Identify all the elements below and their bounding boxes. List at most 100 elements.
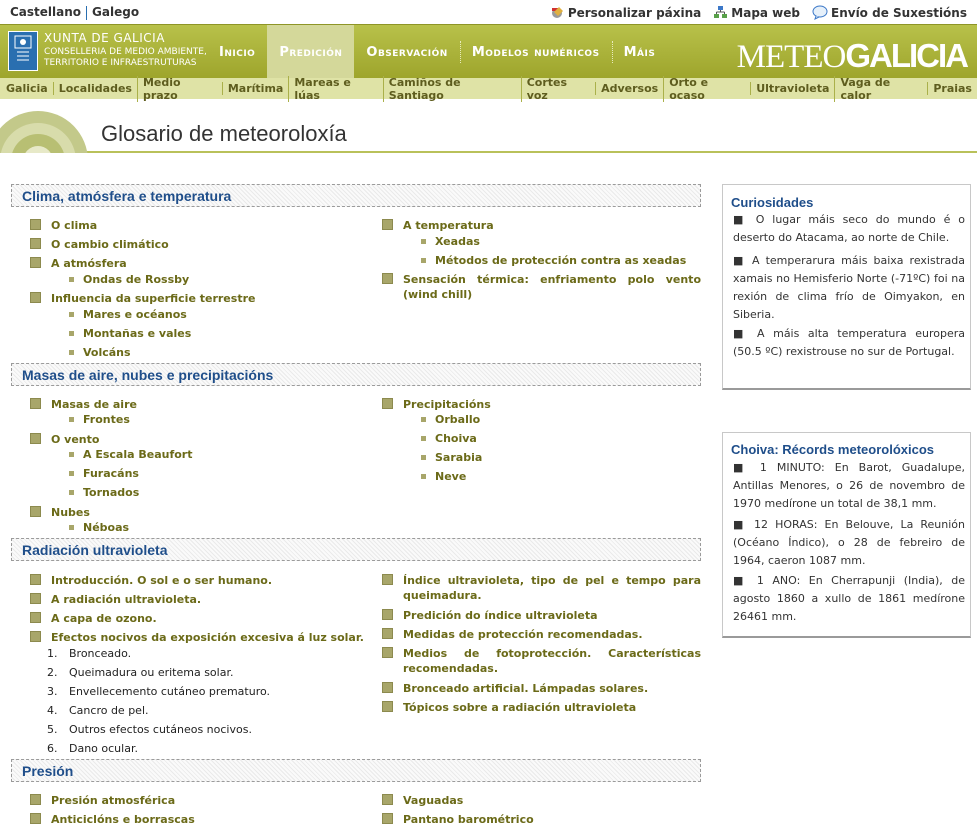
nav-mais[interactable]: Máis bbox=[611, 25, 668, 79]
link-mares-oceanos[interactable]: Mares e océanos bbox=[69, 308, 187, 321]
link-efectos-nocivos[interactable]: Efectos nocivos da exposición excesiva á… bbox=[30, 630, 364, 645]
subnav-item[interactable]: Orto e ocaso bbox=[663, 75, 750, 102]
link-vaguadas[interactable]: Vaguadas bbox=[382, 793, 463, 808]
subnav-item[interactable]: Medio prazo bbox=[136, 75, 222, 102]
bullet-icon bbox=[421, 474, 426, 479]
list-item: 2. Queimadura ou eritema solar. bbox=[47, 666, 234, 679]
link-volcans[interactable]: Volcáns bbox=[69, 346, 131, 359]
link-pantano-barometrico[interactable]: Pantano barométrico bbox=[382, 812, 534, 827]
link-influencia-superficie[interactable]: Influencia da superficie terrestre bbox=[30, 291, 255, 306]
link-cambio-climatico[interactable]: O cambio climático bbox=[30, 237, 169, 252]
link-vento[interactable]: O vento bbox=[30, 432, 99, 447]
link-capa-ozono[interactable]: A capa de ozono. bbox=[30, 611, 157, 626]
customize-page-link[interactable]: Personalizar páxina bbox=[550, 5, 701, 20]
link-tornados[interactable]: Tornados bbox=[69, 486, 139, 499]
link-indice-uv[interactable]: Índice ultravioleta, tipo de pel e tempo… bbox=[382, 573, 701, 603]
top-bar: Castellano Galego Personalizar páxina Map… bbox=[0, 0, 977, 24]
site-header: XUNTA DE GALICIA CONSELLERIA DE MEDIO AM… bbox=[0, 24, 977, 79]
bullet-icon bbox=[421, 239, 426, 244]
bullet-icon bbox=[69, 452, 74, 457]
subnav-item[interactable]: Cortes voz bbox=[520, 75, 595, 102]
subnav-item[interactable]: Marítima bbox=[221, 82, 288, 95]
link-presion-atmosferica[interactable]: Presión atmosférica bbox=[30, 793, 175, 808]
link-ondas-rossby[interactable]: Ondas de Rossby bbox=[69, 273, 189, 286]
main-nav: Inicio Predición Observación Modelos num… bbox=[207, 25, 667, 79]
nav-predicion[interactable]: Predición bbox=[267, 25, 355, 79]
link-frontes[interactable]: Frontes bbox=[69, 413, 130, 426]
link-xeadas[interactable]: Xeadas bbox=[421, 235, 480, 248]
subnav-item[interactable]: Vaga de calor bbox=[834, 75, 927, 102]
subnav-item[interactable]: Ultravioleta bbox=[750, 82, 834, 95]
link-masas-aire[interactable]: Masas de aire bbox=[30, 397, 137, 412]
bullet-square-icon bbox=[382, 609, 393, 620]
lang-castellano[interactable]: Castellano bbox=[10, 5, 81, 19]
link-neboas[interactable]: Néboas bbox=[69, 521, 129, 534]
bullet-square-icon bbox=[382, 574, 393, 585]
bullet-square-icon bbox=[382, 219, 393, 230]
link-montanas-vales[interactable]: Montañas e vales bbox=[69, 327, 191, 340]
subnav-item[interactable]: Adversos bbox=[595, 82, 663, 95]
curiosidade-item: ■ A temperarura máis baixa rexistrada xa… bbox=[733, 254, 965, 321]
list-item: 4. Cancro de pel. bbox=[47, 704, 149, 717]
record-item: ■ 1 ANO: En Cherrapunji (India), de agos… bbox=[733, 574, 966, 623]
link-precipitacions[interactable]: Precipitacións bbox=[382, 397, 491, 412]
bullet-square-icon bbox=[30, 257, 41, 268]
link-temperatura[interactable]: A temperatura bbox=[382, 218, 494, 233]
subnav-item[interactable]: Praias bbox=[927, 82, 977, 95]
link-neve[interactable]: Neve bbox=[421, 470, 466, 483]
bullet-icon bbox=[69, 490, 74, 495]
link-metodos-xeadas[interactable]: Métodos de protección contra as xeadas bbox=[421, 254, 686, 267]
bullet-square-icon bbox=[30, 612, 41, 623]
list-item: 6. Dano ocular. bbox=[47, 742, 138, 755]
bullet-square-icon bbox=[30, 238, 41, 249]
link-choiva[interactable]: Choiva bbox=[421, 432, 477, 445]
link-anticiclons-borrascas[interactable]: Anticiclóns e borrascas bbox=[30, 812, 195, 827]
link-escala-beaufort[interactable]: A Escala Beaufort bbox=[69, 448, 193, 461]
link-furacans[interactable]: Furacáns bbox=[69, 467, 139, 480]
bullet-square-icon bbox=[382, 794, 393, 805]
subnav-item[interactable]: Galicia bbox=[6, 82, 53, 95]
subnav-item[interactable]: Localidades bbox=[52, 82, 137, 95]
link-o-clima[interactable]: O clima bbox=[30, 218, 97, 233]
list-item: 1. Bronceado. bbox=[47, 647, 132, 660]
record-item: ■ 12 HORAS: En Belouve, La Reunión (Océa… bbox=[733, 518, 966, 567]
link-sensacion-termica[interactable]: Sensación térmica: enfriamento polo vent… bbox=[382, 272, 701, 302]
bullet-square-icon bbox=[30, 506, 41, 517]
link-bronceado-artificial[interactable]: Bronceado artificial. Lámpadas solares. bbox=[382, 681, 648, 696]
link-medidas-proteccion[interactable]: Medidas de protección recomendadas. bbox=[382, 627, 643, 642]
bullet-square-icon bbox=[30, 219, 41, 230]
xunta-subtitle-1: CONSELLERIA DE MEDIO AMBIENTE, bbox=[44, 47, 207, 57]
xunta-title: XUNTA DE GALICIA bbox=[44, 31, 165, 45]
bullet-square-icon bbox=[382, 813, 393, 824]
brand-light: METEO bbox=[736, 39, 847, 75]
subnav-item[interactable]: Mareas e lúas bbox=[288, 75, 382, 102]
sitemap-link[interactable]: Mapa web bbox=[713, 5, 800, 20]
link-nubes[interactable]: Nubes bbox=[30, 505, 90, 520]
link-introduccion-sol[interactable]: Introducción. O sol e o ser humano. bbox=[30, 573, 272, 588]
link-sarabia[interactable]: Sarabia bbox=[421, 451, 482, 464]
meteogalicia-logo[interactable]: METEOGALICIA bbox=[736, 37, 969, 76]
list-item: 5. Outros efectos cutáneos nocivos. bbox=[47, 723, 252, 736]
link-predicion-indice-uv[interactable]: Predición do índice ultravioleta bbox=[382, 608, 598, 623]
nav-observacion[interactable]: Observación bbox=[354, 25, 459, 79]
nav-modelos-numericos[interactable]: Modelos numéricos bbox=[459, 25, 612, 79]
link-atmosfera[interactable]: A atmósfera bbox=[30, 256, 127, 271]
bullet-square-icon bbox=[30, 292, 41, 303]
record-item: ■ 1 MINUTO: En Barot, Guadalupe, Antilla… bbox=[733, 461, 965, 510]
curiosidade-item: ■ O lugar máis seco do mundo é o deserto… bbox=[733, 213, 966, 244]
suggestions-link[interactable]: Envío de Suxestións bbox=[812, 5, 967, 20]
subnav-item[interactable]: Camiños de Santiago bbox=[382, 75, 521, 102]
section-header-clima: Clima, atmósfera e temperatura bbox=[11, 184, 701, 207]
suggestions-label: Envío de Suxestións bbox=[831, 5, 967, 20]
nav-inicio[interactable]: Inicio bbox=[207, 25, 267, 79]
brand-bold: GALICIA bbox=[845, 37, 969, 74]
link-orballo[interactable]: Orballo bbox=[421, 413, 480, 426]
bullet-icon bbox=[69, 331, 74, 336]
lang-galego[interactable]: Galego bbox=[92, 5, 139, 19]
link-topicos-uv[interactable]: Tópicos sobre a radiación ultravioleta bbox=[382, 700, 636, 715]
section-header-radiacion: Radiación ultravioleta bbox=[11, 538, 701, 561]
xunta-logo[interactable]: XUNTA DE GALICIA CONSELLERIA DE MEDIO AM… bbox=[8, 31, 207, 71]
link-medios-fotoproteccion[interactable]: Medios de fotoprotección. Característica… bbox=[382, 646, 701, 676]
bullet-square-icon bbox=[30, 433, 41, 444]
link-radiacion-uv[interactable]: A radiación ultravioleta. bbox=[30, 592, 201, 607]
